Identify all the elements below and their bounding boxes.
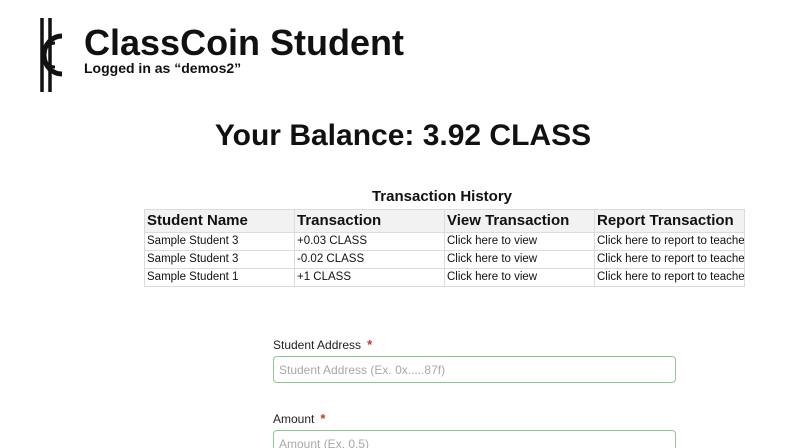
student-address-label-text: Student Address <box>273 338 362 352</box>
required-asterisk: * <box>367 337 373 352</box>
amount-input[interactable] <box>273 430 676 448</box>
table-header-row: Student Name Transaction View Transactio… <box>144 209 745 233</box>
transaction-amount-cell: +1 CLASS <box>294 268 445 287</box>
logged-in-user: Logged in as “demos2” <box>84 60 242 76</box>
required-asterisk: * <box>320 411 326 426</box>
view-transaction-link[interactable]: Click here to view <box>444 250 595 269</box>
student-address-label: Student Address * <box>273 337 373 353</box>
table-row: Sample Student 3 +0.03 CLASS Click here … <box>144 232 745 251</box>
transaction-history-title: Transaction History <box>371 188 513 205</box>
report-transaction-link[interactable]: Click here to report to teacher <box>594 250 745 269</box>
page: ClassCoin Student Logged in as “demos2” … <box>0 0 806 448</box>
balance-text: Your Balance: 3.92 CLASS <box>214 119 592 152</box>
table-row: Sample Student 3 -0.02 CLASS Click here … <box>144 250 745 269</box>
student-address-input[interactable] <box>273 356 676 383</box>
column-header-report-transaction: Report Transaction <box>594 209 745 233</box>
report-transaction-link[interactable]: Click here to report to teacher <box>594 232 745 251</box>
table-row: Sample Student 1 +1 CLASS Click here to … <box>144 268 745 287</box>
column-header-transaction: Transaction <box>294 209 445 233</box>
classcoin-logo-icon <box>40 18 63 92</box>
report-transaction-link[interactable]: Click here to report to teacher <box>594 268 745 287</box>
transaction-amount-cell: +0.03 CLASS <box>294 232 445 251</box>
column-header-student-name: Student Name <box>144 209 295 233</box>
transaction-amount-cell: -0.02 CLASS <box>294 250 445 269</box>
student-name-cell: Sample Student 1 <box>144 268 295 287</box>
view-transaction-link[interactable]: Click here to view <box>444 268 595 287</box>
student-name-cell: Sample Student 3 <box>144 250 295 269</box>
app-title: ClassCoin Student <box>84 22 405 63</box>
amount-label-text: Amount <box>273 412 315 426</box>
balance-heading: Your Balance: 3.92 CLASS <box>0 116 806 156</box>
student-name-cell: Sample Student 3 <box>144 232 295 251</box>
view-transaction-link[interactable]: Click here to view <box>444 232 595 251</box>
transaction-history-table: Student Name Transaction View Transactio… <box>144 209 745 287</box>
amount-label: Amount * <box>273 411 326 427</box>
column-header-view-transaction: View Transaction <box>444 209 595 233</box>
